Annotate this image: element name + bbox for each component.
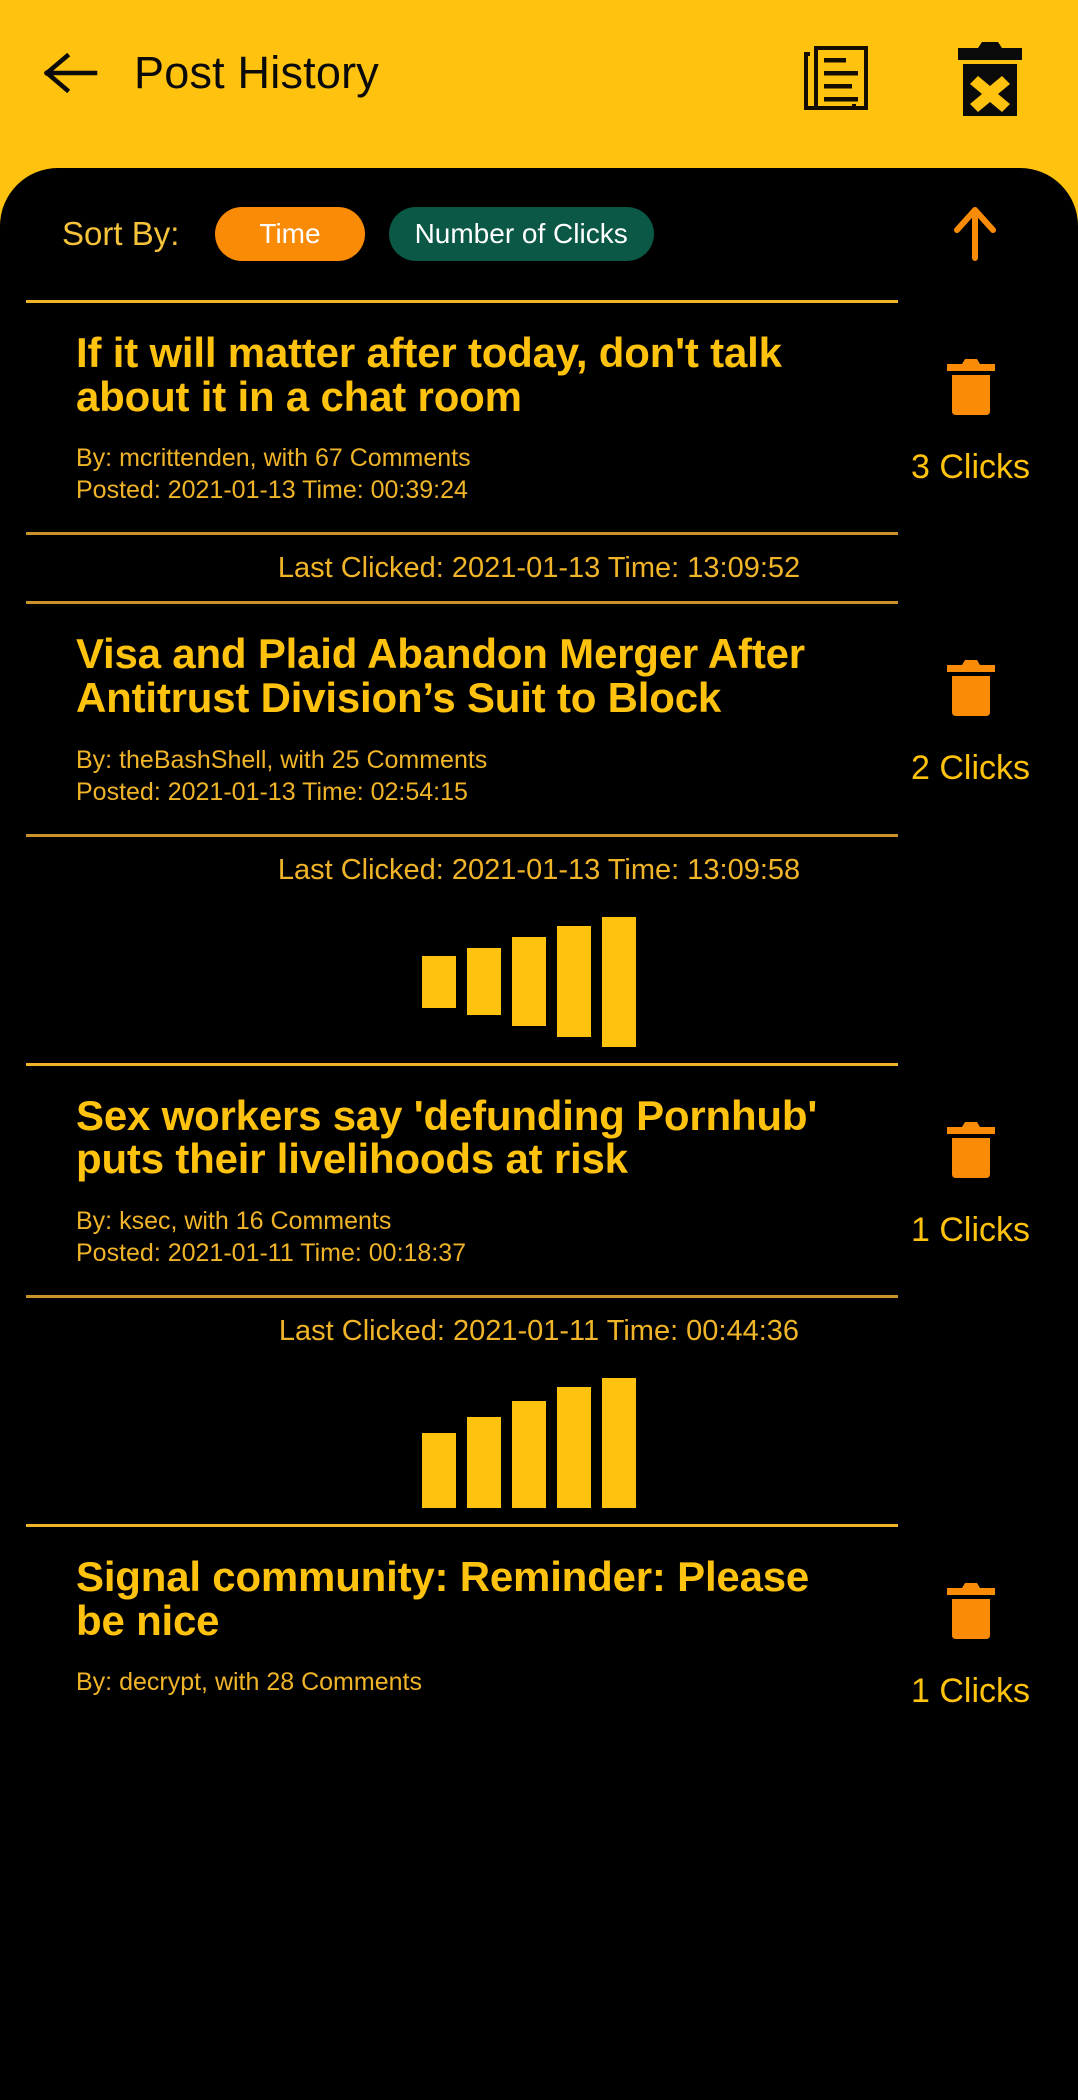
post-list: If it will matter after today, don't tal… — [0, 300, 1078, 1737]
sort-chip-time[interactable]: Time — [215, 207, 365, 261]
trash-icon — [946, 1121, 995, 1178]
chart-bar — [467, 1417, 501, 1509]
delete-post-button[interactable] — [944, 1120, 998, 1185]
page-title: Post History — [134, 47, 379, 98]
chart-bar — [512, 1401, 546, 1509]
chart-bar — [512, 937, 546, 1026]
delete-post-button[interactable] — [944, 658, 998, 723]
post-byline: By: mcrittenden, with 67 Comments — [76, 444, 471, 473]
post-title: Visa and Plaid Abandon Merger After Anti… — [76, 630, 805, 722]
post-posted-time: Posted: 2021-01-11 Time: 00:18:37 — [76, 1239, 467, 1268]
content-sheet: Sort By: Time Number of Clicks If it wil… — [0, 168, 1078, 2100]
chart-bar — [557, 1387, 591, 1509]
document-list-icon — [804, 46, 868, 110]
delete-post-button[interactable] — [944, 357, 998, 422]
post-actions: 1 Clicks — [863, 1555, 1078, 1711]
arrow-up-icon — [954, 207, 996, 261]
post-title: If it will matter after today, don't tal… — [76, 329, 782, 420]
post-posted-time: Posted: 2021-01-13 Time: 02:54:15 — [76, 777, 468, 806]
back-button[interactable] — [34, 36, 108, 110]
click-trend-chart — [0, 1364, 1078, 1524]
trash-icon — [946, 1583, 995, 1640]
post-title: Signal community: Reminder: Please be ni… — [76, 1553, 810, 1644]
app-bar-actions — [800, 38, 1044, 125]
post-title: Sex workers say 'defunding Pornhub' puts… — [76, 1091, 818, 1183]
chart-bar — [602, 916, 636, 1047]
clear-all-button[interactable] — [952, 38, 1028, 125]
click-trend-chart — [0, 903, 1078, 1063]
chart-bar — [467, 947, 501, 1016]
sort-bar: Sort By: Time Number of Clicks — [0, 168, 1078, 300]
post-content[interactable]: If it will matter after today, don't tal… — [0, 331, 863, 506]
trash-icon — [946, 660, 995, 717]
post-list-item[interactable]: If it will matter after today, don't tal… — [0, 303, 1078, 532]
sort-by-label: Sort By: — [62, 215, 180, 252]
chart-bar — [422, 955, 456, 1008]
chart-bar — [602, 1378, 636, 1509]
click-count: 1 Clicks — [910, 1672, 1031, 1711]
last-clicked-text: Last Clicked: 2021-01-11 Time: 00:44:36 — [278, 1315, 800, 1348]
post-byline: By: decrypt, with 28 Comments — [76, 1668, 422, 1697]
click-count: 3 Clicks — [910, 448, 1031, 486]
post-history-screen: Post History Sort By: Time Number of Cli… — [0, 0, 1078, 2100]
sort-direction-button[interactable] — [952, 204, 998, 264]
click-count: 1 Clicks — [910, 1210, 1031, 1249]
post-content[interactable]: Visa and Plaid Abandon Merger After Anti… — [0, 632, 863, 807]
last-clicked-text: Last Clicked: 2021-01-13 Time: 13:09:52 — [277, 552, 801, 585]
post-list-item[interactable]: Signal community: Reminder: Please be ni… — [0, 1527, 1078, 1737]
click-count: 2 Clicks — [910, 749, 1031, 788]
post-byline: By: theBashShell, with 25 Comments — [76, 745, 488, 774]
post-content[interactable]: Signal community: Reminder: Please be ni… — [0, 1555, 863, 1698]
articles-button[interactable] — [800, 42, 872, 121]
post-posted-time: Posted: 2021-01-13 Time: 00:39:24 — [76, 476, 468, 505]
post-byline: By: ksec, with 16 Comments — [76, 1207, 392, 1236]
trash-x-icon — [958, 42, 1022, 116]
trash-icon — [946, 359, 995, 415]
post-list-item[interactable]: Sex workers say 'defunding Pornhub' puts… — [0, 1066, 1078, 1295]
post-actions: 1 Clicks — [863, 1094, 1078, 1250]
post-list-item[interactable]: Visa and Plaid Abandon Merger After Anti… — [0, 604, 1078, 833]
last-clicked-text: Last Clicked: 2021-01-13 Time: 13:09:58 — [277, 853, 801, 886]
post-content[interactable]: Sex workers say 'defunding Pornhub' puts… — [0, 1091, 863, 1269]
chart-bar — [422, 1432, 456, 1509]
post-actions: 2 Clicks — [863, 632, 1078, 788]
post-actions: 3 Clicks — [863, 331, 1078, 487]
chart-bar — [557, 926, 591, 1037]
sort-chip-number-of-clicks[interactable]: Number of Clicks — [388, 207, 654, 261]
arrow-left-icon — [43, 52, 98, 94]
delete-post-button[interactable] — [944, 1581, 998, 1646]
